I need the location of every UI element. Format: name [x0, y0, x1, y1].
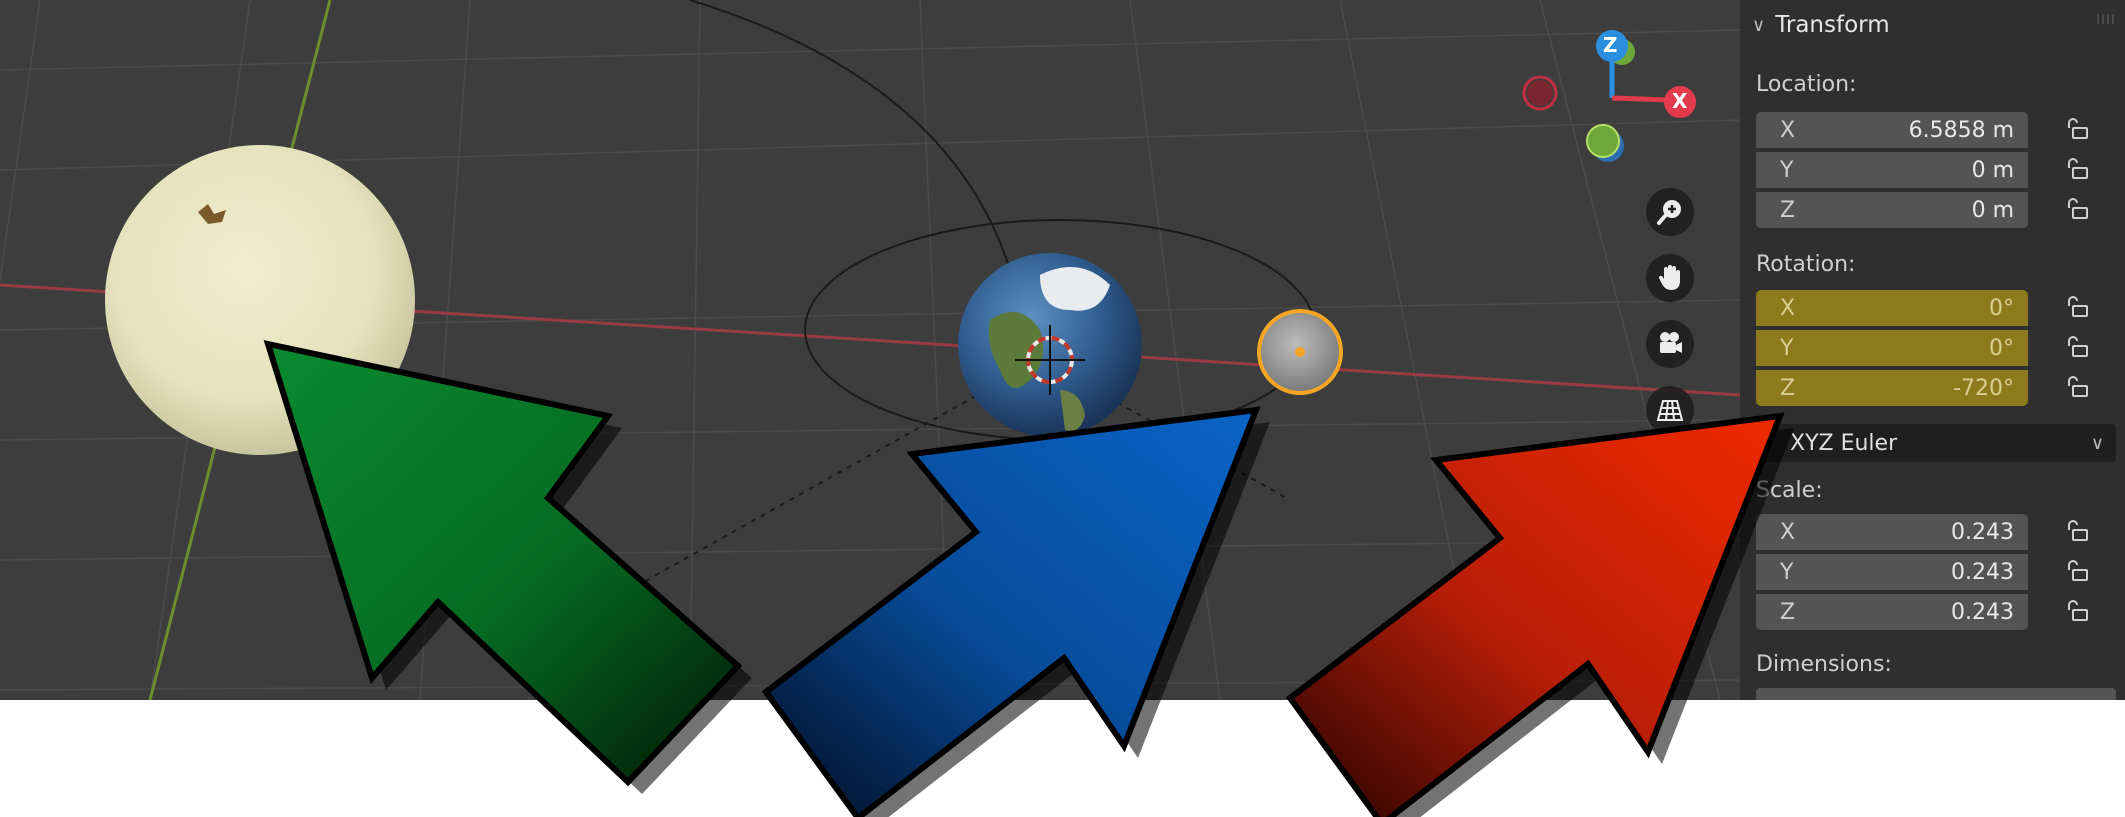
properties-sidebar: ∨ Transform Location: X 6.5858 m Y 0 m Z…	[1740, 0, 2125, 700]
grid-perspective-icon	[1656, 400, 1684, 421]
camera-icon	[1660, 332, 1682, 353]
sun-sphere	[105, 145, 415, 455]
rotation-mode-dropdown[interactable]: XYZ Euler ∨	[1756, 424, 2116, 462]
lock-icon[interactable]	[2064, 196, 2090, 222]
dimensions-field[interactable]	[1756, 688, 2116, 700]
gizmo-z-label[interactable]: Z	[1603, 33, 1618, 57]
lock-icon[interactable]	[2064, 518, 2090, 544]
location-x-field[interactable]: X 6.5858 m	[1756, 112, 2028, 148]
pan-button[interactable]	[1646, 254, 1694, 302]
zoom-icon	[1657, 200, 1681, 225]
dimensions-label: Dimensions:	[1756, 652, 1892, 677]
lock-icon[interactable]	[2064, 558, 2090, 584]
perspective-toggle-button[interactable]	[1646, 386, 1694, 434]
rotation-y-field[interactable]: Y 0°	[1756, 330, 2028, 366]
lock-icon[interactable]	[2064, 374, 2090, 400]
panel-title: Transform	[1775, 12, 1890, 38]
scale-y-field[interactable]: Y 0.243	[1756, 554, 2028, 590]
transform-panel-header[interactable]: ∨ Transform	[1752, 8, 1890, 42]
location-label: Location:	[1756, 72, 1857, 97]
rotation-z-field[interactable]: Z -720°	[1756, 370, 2028, 406]
location-y-field[interactable]: Y 0 m	[1756, 152, 2028, 188]
rotation-x-field[interactable]: X 0°	[1756, 290, 2028, 326]
lock-icon[interactable]	[2064, 156, 2090, 182]
scale-z-field[interactable]: Z 0.243	[1756, 594, 2028, 630]
scale-label: Scale:	[1756, 478, 1823, 503]
rotation-label: Rotation:	[1756, 252, 1856, 277]
viewport-scene	[0, 0, 1740, 700]
lock-icon[interactable]	[2064, 116, 2090, 142]
location-z-field[interactable]: Z 0 m	[1756, 192, 2028, 228]
lock-icon[interactable]	[2064, 294, 2090, 320]
gizmo-x-label[interactable]: X	[1672, 89, 1687, 113]
hand-pan-icon	[1658, 265, 1680, 290]
zoom-button[interactable]	[1646, 188, 1694, 236]
lock-icon[interactable]	[2064, 598, 2090, 624]
camera-view-button[interactable]	[1646, 320, 1694, 368]
3d-viewport[interactable]: Z X	[0, 0, 1740, 700]
drag-grip-icon[interactable]	[2097, 14, 2117, 24]
chevron-down-icon: ∨	[2090, 432, 2104, 454]
scale-x-field[interactable]: X 0.243	[1756, 514, 2028, 550]
lock-icon[interactable]	[2064, 334, 2090, 360]
chevron-down-icon: ∨	[1752, 14, 1766, 36]
